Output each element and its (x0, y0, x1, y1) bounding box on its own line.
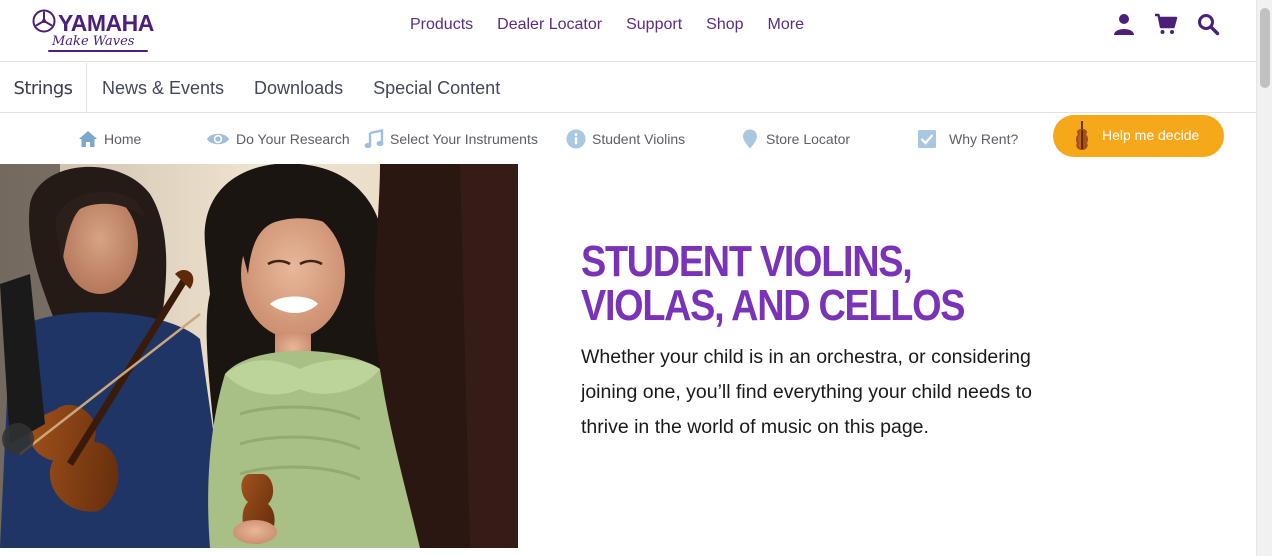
site-header: YAMAHA Make Waves Products Dealer Locato… (0, 0, 1256, 62)
page-scrollbar[interactable] (1256, 0, 1272, 556)
home-icon (79, 131, 97, 147)
section-links: News & Events Downloads Special Content (102, 63, 500, 113)
section-nav: Strings News & Events Downloads Special … (0, 63, 1256, 113)
logo-underline (48, 50, 148, 52)
subnav-home[interactable]: Home (78, 126, 141, 152)
subnav-why-rent-label: Why Rent? (949, 131, 1019, 147)
logo-tagline: Make Waves (52, 34, 135, 49)
subnav-research-label: Do Your Research (236, 131, 350, 147)
help-me-decide-button[interactable]: Help me decide (1053, 115, 1224, 157)
search-icon[interactable] (1196, 12, 1220, 36)
main-nav: Products Dealer Locator Support Shop Mor… (410, 14, 804, 36)
nav-more[interactable]: More (768, 14, 804, 36)
section-link-downloads[interactable]: Downloads (254, 78, 343, 99)
cart-icon[interactable] (1154, 12, 1178, 36)
subnav-student-violins-label: Student Violins (592, 131, 686, 147)
section-title-strings[interactable]: Strings (0, 63, 87, 113)
subnav-research[interactable]: Do Your Research (206, 126, 350, 152)
subnav-store-locator-label: Store Locator (766, 131, 851, 147)
yamaha-logo[interactable]: YAMAHA Make Waves (30, 6, 160, 54)
nav-shop[interactable]: Shop (706, 14, 743, 36)
subnav-select-instruments-label: Select Your Instruments (390, 131, 538, 147)
yamaha-tuning-fork-icon (32, 9, 56, 33)
help-me-decide-label: Help me decide (1102, 127, 1200, 143)
nav-support[interactable]: Support (626, 14, 682, 36)
subnav-store-locator[interactable]: Store Locator (740, 126, 850, 152)
subnav-student-violins[interactable]: Student Violins (566, 126, 685, 152)
violin-icon (1075, 121, 1089, 150)
section-link-news-events[interactable]: News & Events (102, 78, 224, 99)
utility-icons (1112, 12, 1220, 36)
user-icon[interactable] (1112, 12, 1136, 36)
subnav-home-label: Home (104, 131, 142, 147)
subnav-why-rent[interactable]: Why Rent? (917, 126, 1018, 152)
section-link-special-content[interactable]: Special Content (373, 78, 500, 99)
hero-image (0, 164, 518, 548)
subnav-select-instruments[interactable]: Select Your Instruments (364, 126, 538, 152)
hero-description: Whether your child is in an orchestra, o… (581, 346, 1032, 438)
hero-title: STUDENT VIOLINS, VIOLAS, AND CELLOS (581, 237, 966, 330)
scrollbar-thumb[interactable] (1260, 8, 1270, 88)
checkbox-icon (918, 130, 936, 148)
students-with-violins-photo (0, 164, 518, 548)
info-icon (566, 129, 586, 149)
nav-products[interactable]: Products (410, 14, 473, 36)
eye-icon (207, 133, 229, 145)
logo-wordmark: YAMAHA (58, 10, 154, 36)
music-note-icon (364, 129, 384, 149)
nav-dealer-locator[interactable]: Dealer Locator (497, 14, 602, 36)
map-pin-icon (743, 129, 757, 149)
